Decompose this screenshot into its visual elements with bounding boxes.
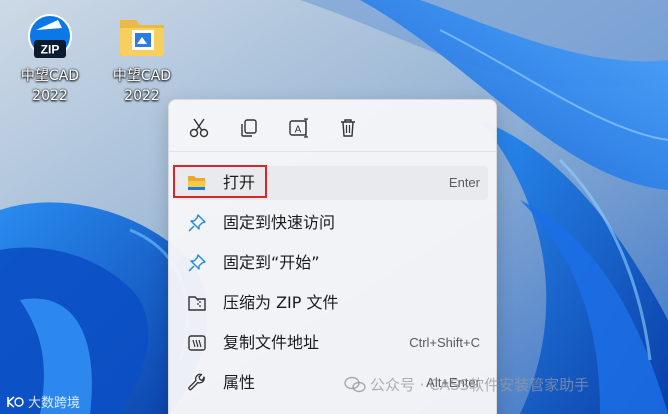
copy-button[interactable] (233, 112, 265, 144)
cut-button[interactable] (183, 112, 215, 144)
highlight-annotation (173, 165, 267, 198)
copy-icon (241, 119, 257, 137)
menu-item-copy-path[interactable]: 复制文件地址 Ctrl+Shift+C (175, 326, 488, 360)
context-menu-toolbar: A (169, 112, 496, 144)
brand-logo-icon (7, 395, 24, 408)
desktop-icon-label: 中望CAD 2022 (112, 68, 172, 104)
zip-badge-text: ZIP (41, 43, 60, 57)
context-menu: A 打开 Enter 固定到快速访问 固定到“开始” 压缩为 ZIP 文件 复制… (168, 99, 497, 414)
delete-button[interactable] (332, 112, 364, 144)
zip-icon (187, 293, 207, 313)
menu-item-label: 复制文件地址 (223, 333, 320, 352)
context-menu-divider (169, 151, 496, 152)
watermark-right-text: 公众号 · CASS软件安装管家助手 (370, 376, 590, 394)
wechat-icon (344, 376, 366, 392)
zip-app-icon: ZIP (22, 10, 78, 66)
watermark-left-text: 大数跨境 (28, 396, 81, 411)
menu-item-label: 固定到快速访问 (223, 213, 336, 232)
svg-text:A: A (295, 125, 302, 136)
desktop-icon-label: 中望CAD 2022 (20, 68, 80, 104)
cut-icon (189, 118, 209, 138)
menu-item-compress-zip[interactable]: 压缩为 ZIP 文件 (175, 286, 488, 320)
menu-item-label: 属性 (223, 373, 256, 392)
menu-item-label: 压缩为 ZIP 文件 (223, 293, 339, 312)
menu-item-pin-start[interactable]: 固定到“开始” (175, 246, 488, 280)
rename-icon: A (289, 118, 308, 138)
desktop-icon-zwcad-zip[interactable]: ZIP 中望CAD 2022 (12, 10, 88, 106)
menu-item-shortcut: Ctrl+Shift+C (409, 335, 480, 350)
menu-item-pin-quick-access[interactable]: 固定到快速访问 (175, 206, 488, 240)
pin-icon (187, 213, 207, 233)
rename-button[interactable]: A (283, 112, 315, 144)
folder-icon (114, 10, 170, 66)
watermark-right: 公众号 · CASS软件安装管家助手 (344, 374, 589, 395)
wrench-icon (187, 373, 207, 393)
menu-item-label: 固定到“开始” (223, 253, 320, 272)
watermark-left: 大数跨境 (6, 392, 80, 411)
menu-item-shortcut: Enter (448, 175, 480, 190)
desktop-icon-zwcad-folder[interactable]: 中望CAD 2022 (104, 10, 180, 106)
pin-icon (187, 253, 207, 273)
copy-path-icon (187, 333, 207, 353)
delete-icon (341, 119, 355, 137)
